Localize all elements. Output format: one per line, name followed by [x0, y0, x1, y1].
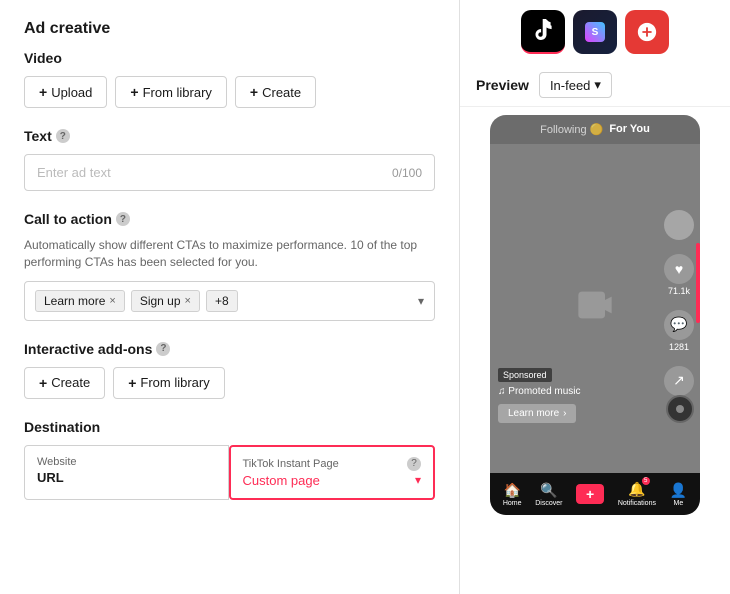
- cta-dropdown-arrow[interactable]: ▾: [418, 294, 424, 308]
- ad-text-input[interactable]: Enter ad text 0/100: [24, 154, 435, 191]
- interactive-library-plus-icon: +: [128, 375, 136, 391]
- phone-top-bar: Following 🟡 For You: [490, 115, 700, 144]
- nav-me[interactable]: 👤 Me: [670, 482, 687, 507]
- learn-more-cta-btn[interactable]: Learn more ›: [498, 404, 576, 423]
- platform-icon-2[interactable]: S: [573, 10, 617, 54]
- phone-nav: 🏠 Home 🔍 Discover + 🔔 5 Notifications 👤 …: [490, 473, 700, 515]
- cta-description: Automatically show different CTAs to max…: [24, 237, 435, 271]
- tiktok-label-row: TikTok Instant Page ?: [243, 457, 422, 471]
- page-title: Ad creative: [24, 20, 435, 38]
- interactive-section: Interactive add-ons ? + Create + From li…: [24, 341, 435, 399]
- video-section: Video + Upload + From library + Create: [24, 50, 435, 108]
- tiktok-page-help-icon[interactable]: ?: [407, 457, 421, 471]
- right-actions: ♥ 71.1k 💬 1281 ↗ 232: [664, 210, 694, 408]
- heart-icon: ♥: [664, 254, 694, 284]
- discover-nav-label: Discover: [535, 500, 562, 507]
- tiktok-dropdown-arrow[interactable]: ▾: [415, 473, 421, 487]
- me-nav-icon: 👤: [670, 482, 687, 499]
- phone-top-text: Following 🟡 For You: [540, 123, 650, 136]
- home-nav-icon: 🏠: [503, 482, 520, 499]
- interactive-label: Interactive add-ons ?: [24, 341, 435, 357]
- upload-plus-icon: +: [39, 84, 47, 100]
- nav-notifications[interactable]: 🔔 5 Notifications: [618, 481, 656, 507]
- website-label: Website: [37, 456, 216, 468]
- like-action[interactable]: ♥ 71.1k: [664, 254, 694, 296]
- comment-icon: 💬: [664, 310, 694, 340]
- right-panel: S Preview In-feed ▾ Following 🟡 For You: [460, 0, 730, 594]
- for-you-text: For You: [609, 123, 650, 136]
- interactive-from-library-button[interactable]: + From library: [113, 367, 225, 399]
- notifications-nav-label: Notifications: [618, 500, 656, 507]
- preview-label: Preview: [476, 77, 529, 93]
- destination-section: Destination Website URL TikTok Instant P…: [24, 419, 435, 500]
- cta-section: Call to action ? Automatically show diff…: [24, 211, 435, 321]
- cta-more-count: +8: [206, 290, 238, 312]
- comment-count: 1281: [669, 342, 689, 352]
- tiktok-instant-page-field[interactable]: TikTok Instant Page ? Custom page ▾: [229, 445, 436, 500]
- text-help-icon[interactable]: ?: [56, 129, 70, 143]
- cta-help-icon[interactable]: ?: [116, 212, 130, 226]
- video-button-group: + Upload + From library + Create: [24, 76, 435, 108]
- destination-label: Destination: [24, 419, 435, 435]
- scroll-indicator[interactable]: [696, 243, 700, 323]
- preview-bar: Preview In-feed ▾: [460, 64, 730, 107]
- nav-home[interactable]: 🏠 Home: [503, 482, 522, 507]
- remove-sign-up[interactable]: ×: [185, 295, 191, 307]
- phone-preview: Following 🟡 For You ♥ 71.1k: [490, 115, 700, 515]
- tiktok-platform-icon[interactable]: [521, 10, 565, 54]
- remove-learn-more[interactable]: ×: [109, 295, 115, 307]
- website-value: URL: [37, 470, 216, 485]
- interactive-button-group: + Create + From library: [24, 367, 435, 399]
- interactive-help-icon[interactable]: ?: [156, 342, 170, 356]
- video-label: Video: [24, 50, 435, 66]
- learn-more-arrow: ›: [563, 408, 566, 419]
- video-create-button[interactable]: + Create: [235, 76, 316, 108]
- following-text: Following 🟡: [540, 123, 603, 136]
- tiktok-value-row: Custom page ▾: [243, 473, 422, 488]
- nav-discover[interactable]: 🔍 Discover: [535, 482, 562, 507]
- promoted-music: ♫ Promoted music: [498, 386, 660, 397]
- cta-tags-container[interactable]: Learn more × Sign up × +8 ▾: [24, 281, 435, 321]
- discover-nav-icon: 🔍: [540, 482, 557, 499]
- me-nav-label: Me: [674, 500, 684, 507]
- create-plus-icon: +: [250, 84, 258, 100]
- phone-content: ♥ 71.1k 💬 1281 ↗ 232 Sponsored ♫ Promote…: [490, 144, 700, 473]
- music-disc-inner: [676, 405, 684, 413]
- preview-dropdown[interactable]: In-feed ▾: [539, 72, 612, 98]
- like-count: 71.1k: [668, 286, 690, 296]
- sponsored-badge: Sponsored: [498, 368, 552, 382]
- avatar-action: [664, 210, 694, 240]
- cta-tag-learn-more[interactable]: Learn more ×: [35, 290, 125, 312]
- home-nav-label: Home: [503, 500, 522, 507]
- destination-fields: Website URL TikTok Instant Page ? Custom…: [24, 445, 435, 500]
- comment-action[interactable]: 💬 1281: [664, 310, 694, 352]
- ad-text-placeholder: Enter ad text: [37, 165, 111, 180]
- upload-button[interactable]: + Upload: [24, 76, 107, 108]
- website-field[interactable]: Website URL: [24, 445, 229, 500]
- tiktok-page-value: Custom page: [243, 473, 320, 488]
- nav-create[interactable]: +: [576, 484, 604, 504]
- video-placeholder-icon: [575, 285, 615, 333]
- avatar: [664, 210, 694, 240]
- text-label: Text ?: [24, 128, 435, 144]
- phone-bottom-info: Sponsored ♫ Promoted music Learn more ›: [498, 365, 660, 423]
- interactive-create-button[interactable]: + Create: [24, 367, 105, 399]
- music-disc: [666, 395, 694, 423]
- video-from-library-button[interactable]: + From library: [115, 76, 227, 108]
- library-plus-icon: +: [130, 84, 138, 100]
- share-icon: ↗: [664, 366, 694, 396]
- platform-icons: S: [460, 0, 730, 64]
- cta-tag-sign-up[interactable]: Sign up ×: [131, 290, 200, 312]
- cta-label: Call to action ?: [24, 211, 435, 227]
- text-section: Text ? Enter ad text 0/100: [24, 128, 435, 191]
- notification-dot: 5: [642, 477, 650, 485]
- left-panel: Ad creative Video + Upload + From librar…: [0, 0, 460, 594]
- preview-dropdown-arrow: ▾: [594, 77, 601, 93]
- char-count: 0/100: [392, 166, 422, 180]
- platform-icon-3[interactable]: [625, 10, 669, 54]
- interactive-create-plus-icon: +: [39, 375, 47, 391]
